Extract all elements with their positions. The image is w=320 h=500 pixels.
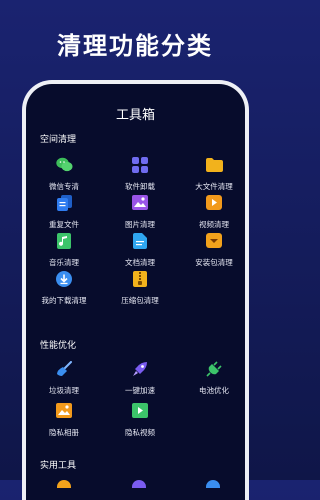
video-play-icon bbox=[206, 194, 223, 211]
section-title-performance: 性能优化 bbox=[40, 341, 77, 351]
tool-label: 隐私视频 bbox=[125, 428, 155, 437]
tool-label: 隐私相册 bbox=[49, 428, 79, 437]
tool-app-uninstall[interactable]: 软件卸载 bbox=[102, 156, 178, 192]
tool-battery-optimize[interactable]: 电池优化 bbox=[176, 360, 245, 396]
tool-label: 压缩包清理 bbox=[121, 296, 159, 305]
apps-grid-icon bbox=[132, 156, 149, 173]
screen-title: 工具箱 bbox=[115, 108, 155, 123]
folder-icon bbox=[205, 156, 223, 173]
tool-label: 垃圾清理 bbox=[49, 386, 79, 395]
tool-label: 一键加速 bbox=[125, 386, 155, 395]
wechat-icon bbox=[55, 156, 73, 173]
tool-document-clean[interactable]: 文档清理 bbox=[102, 232, 178, 268]
tool-video-clean[interactable]: 视频清理 bbox=[176, 194, 245, 230]
section-title-utilities: 实用工具 bbox=[40, 461, 77, 471]
private-video-icon bbox=[132, 402, 149, 419]
phone-frame: 工具箱 空间清理 微信专清 软件卸载 大文件清理 重复文件 图片清理 视频清理 … bbox=[22, 80, 249, 500]
music-note-icon bbox=[56, 232, 73, 249]
tool-label: 音乐清理 bbox=[49, 258, 79, 267]
tool-label: 重复文件 bbox=[49, 220, 79, 229]
private-album-icon bbox=[56, 402, 73, 419]
image-icon bbox=[132, 194, 149, 211]
document-icon bbox=[132, 232, 149, 249]
tool-wechat-clean[interactable]: 微信专清 bbox=[26, 156, 102, 192]
banner-title: 清理功能分类 bbox=[57, 32, 213, 60]
tool-apk-clean[interactable]: 安装包清理 bbox=[176, 232, 245, 268]
duplicate-file-icon bbox=[56, 194, 73, 211]
tool-private-video[interactable]: 隐私视频 bbox=[102, 402, 178, 438]
tool-download-clean[interactable]: 我的下载清理 bbox=[26, 270, 102, 306]
broom-icon bbox=[56, 360, 73, 377]
tool-label: 微信专清 bbox=[49, 182, 79, 191]
tool-music-clean[interactable]: 音乐清理 bbox=[26, 232, 102, 268]
section-title-space: 空间清理 bbox=[40, 135, 77, 145]
partial-icon bbox=[57, 480, 71, 488]
tool-label: 视频清理 bbox=[199, 220, 229, 229]
plug-icon bbox=[205, 360, 223, 377]
tool-label: 电池优化 bbox=[199, 386, 229, 395]
tool-label: 大文件清理 bbox=[195, 182, 233, 191]
tool-image-clean[interactable]: 图片清理 bbox=[102, 194, 178, 230]
tool-label: 文档清理 bbox=[125, 258, 155, 267]
package-icon bbox=[206, 232, 223, 249]
rocket-icon bbox=[132, 360, 149, 377]
tool-speed-up[interactable]: 一键加速 bbox=[102, 360, 178, 396]
tool-label: 安装包清理 bbox=[195, 258, 233, 267]
download-icon bbox=[56, 270, 73, 287]
tool-large-file-clean[interactable]: 大文件清理 bbox=[176, 156, 245, 192]
tool-zip-clean[interactable]: 压缩包清理 bbox=[102, 270, 178, 306]
tool-label: 软件卸载 bbox=[125, 182, 155, 191]
tool-label: 我的下载清理 bbox=[41, 296, 87, 305]
tool-duplicate-files[interactable]: 重复文件 bbox=[26, 194, 102, 230]
tool-private-album[interactable]: 隐私相册 bbox=[26, 402, 102, 438]
zip-file-icon bbox=[132, 270, 149, 287]
partial-icon bbox=[206, 480, 220, 488]
tool-label: 图片清理 bbox=[125, 220, 155, 229]
tool-junk-clean[interactable]: 垃圾清理 bbox=[26, 360, 102, 396]
partial-icon bbox=[132, 480, 146, 488]
